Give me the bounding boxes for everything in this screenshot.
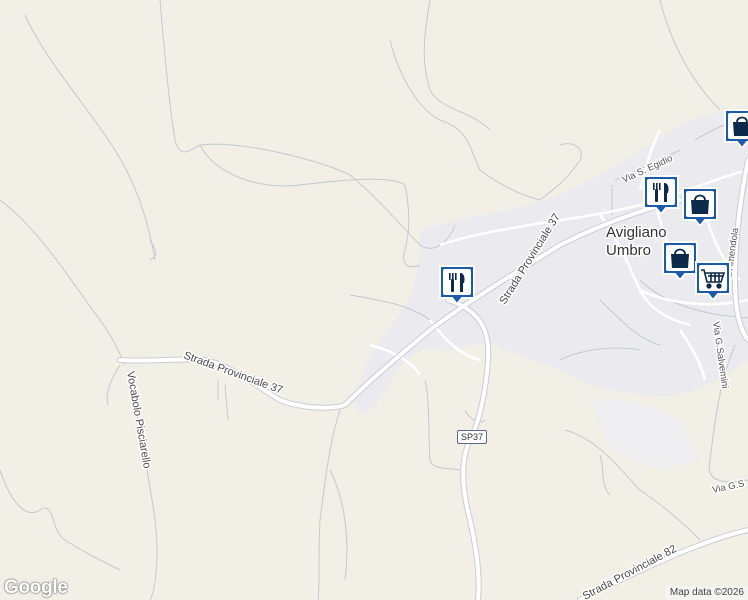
restaurant-marker[interactable] — [642, 174, 680, 214]
road-label-vocabolo: Vocabolo Pisciarello — [124, 370, 153, 469]
map-canvas[interactable]: Strada Provinciale 37 Strada Provinciale… — [0, 0, 748, 600]
road-label-sp82: Strada Provinciale 82 — [581, 543, 679, 600]
road-label-via-gs: Via G.S — [711, 478, 745, 496]
google-logo: Google — [4, 577, 68, 598]
town-label-line2: Umbro — [606, 242, 651, 259]
shopping-marker[interactable] — [681, 186, 719, 226]
town-label-line1: Avigliano — [606, 224, 667, 241]
road-label-sp37-west: Strada Provinciale 37 — [182, 350, 284, 397]
grocery-marker[interactable] — [694, 260, 732, 300]
map-base-layer: Strada Provinciale 37 Strada Provinciale… — [0, 0, 748, 600]
map-attribution[interactable]: Map data ©2026 — [665, 586, 748, 600]
route-shield-sp37: SP37 — [457, 430, 487, 444]
shopping-marker[interactable] — [723, 108, 748, 148]
urban-area — [590, 398, 700, 470]
restaurant-marker[interactable] — [438, 264, 476, 304]
